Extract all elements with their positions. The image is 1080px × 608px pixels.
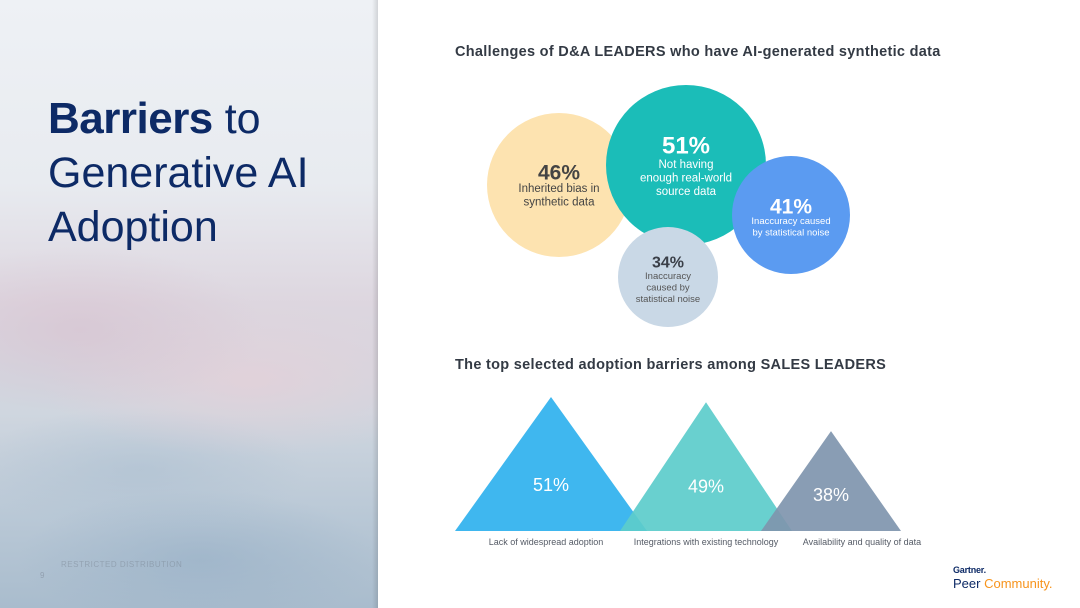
- bubble-value-label: 51%: [662, 132, 710, 159]
- bubble-caption-line: Inaccuracy: [645, 271, 691, 282]
- brand-line-2: Peer Community.: [953, 577, 1052, 591]
- bubble-caption-line: statistical noise: [636, 294, 700, 305]
- charts-canvas: 46%Inherited bias insynthetic data51%Not…: [455, 85, 921, 547]
- gartner-peer-community-logo: Gartner. Peer Community.: [953, 563, 1052, 591]
- bubble-caption-line: source data: [656, 186, 717, 198]
- triangle-bar-51: [455, 397, 647, 531]
- bubble-caption-line: caused by: [646, 283, 690, 294]
- bubble-value-label: 46%: [538, 161, 580, 184]
- brand-community: Community.: [984, 576, 1053, 591]
- triangle-bar-49: [620, 402, 792, 531]
- triangle-value-label: 38%: [813, 485, 849, 505]
- bubble-caption-line: Inaccuracy caused: [751, 216, 830, 227]
- bubble-caption-line: enough real-world: [640, 173, 732, 185]
- triangle-category-label: Availability and quality of data: [803, 537, 921, 547]
- bubble-value-label: 41%: [770, 195, 812, 218]
- bubble-caption-line: Inherited bias in: [518, 183, 599, 195]
- bubble-caption-line: Not having: [659, 159, 714, 171]
- bubble-caption-line: by statistical noise: [752, 228, 829, 239]
- triangle-bar-38: [761, 431, 901, 531]
- triangle-category-label: Lack of widespread adoption: [489, 537, 604, 547]
- bubble-value-label: 34%: [652, 255, 684, 272]
- brand-peer: Peer: [953, 576, 985, 591]
- triangle-value-label: 51%: [533, 475, 569, 495]
- bubble-caption-line: synthetic data: [524, 197, 596, 209]
- triangle-value-label: 49%: [688, 476, 724, 496]
- brand-line-1: Gartner.: [953, 565, 986, 575]
- triangle-category-label: Integrations with existing technology: [634, 537, 779, 547]
